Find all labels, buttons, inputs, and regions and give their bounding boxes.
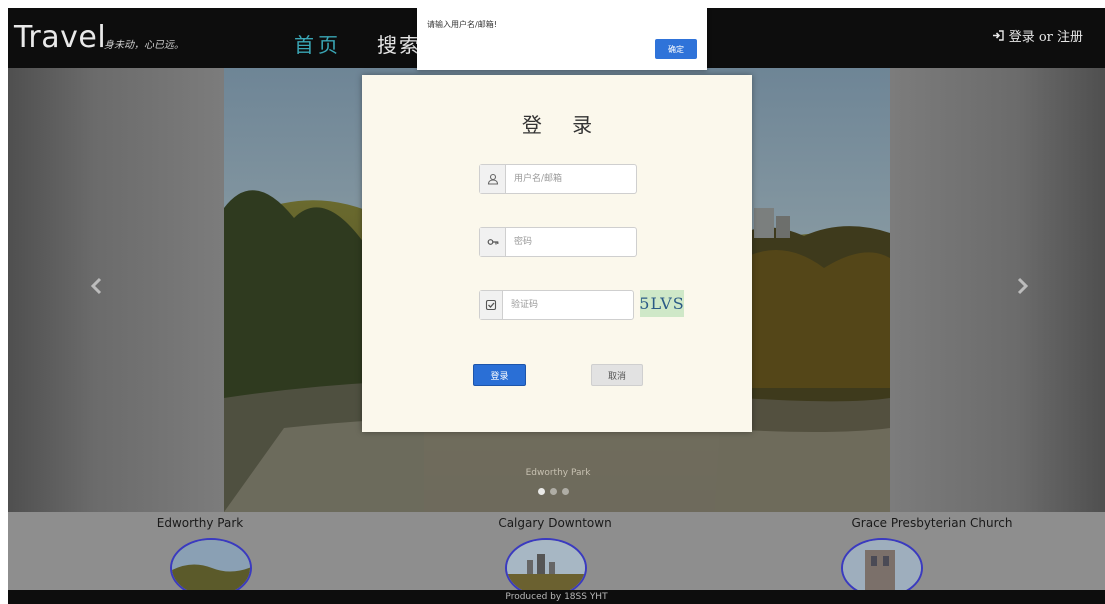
sign-in-icon <box>992 30 1004 41</box>
brand-logo[interactable]: Travel <box>14 20 106 55</box>
password-input[interactable] <box>506 228 636 256</box>
auth-label[interactable]: 登录 or 注册 <box>1009 26 1083 45</box>
key-icon <box>480 228 506 256</box>
alert-dialog: 请输入用户名/邮箱! 确定 <box>417 8 707 70</box>
login-modal: 登 录 5LVS 登录 取消 <box>362 75 752 432</box>
login-button[interactable]: 登录 <box>473 364 526 386</box>
login-title: 登 录 <box>521 113 605 137</box>
brand-slogan: 身未动，心已远。 <box>104 40 184 51</box>
captcha-field[interactable] <box>479 290 634 320</box>
cancel-button[interactable]: 取消 <box>591 364 643 386</box>
username-field[interactable] <box>479 164 637 194</box>
alert-confirm-button[interactable]: 确定 <box>655 39 697 59</box>
captcha-image[interactable]: 5LVS <box>639 290 685 317</box>
nav-item-home[interactable]: 首页 <box>294 29 342 58</box>
username-input[interactable] <box>506 165 636 193</box>
nav-item-search[interactable]: 搜索 <box>377 29 421 58</box>
password-field[interactable] <box>479 227 637 257</box>
captcha-input[interactable] <box>503 291 633 319</box>
captcha-text: 5LVS <box>639 294 685 313</box>
page: Travel 身未动，心已远。 首页 搜索 登录 or 注册 Edworthy … <box>8 8 1105 604</box>
check-square-icon <box>480 291 503 319</box>
user-icon <box>480 165 506 193</box>
alert-message: 请输入用户名/邮箱! <box>427 20 497 29</box>
auth-link[interactable]: 登录 or 注册 <box>992 26 1083 45</box>
